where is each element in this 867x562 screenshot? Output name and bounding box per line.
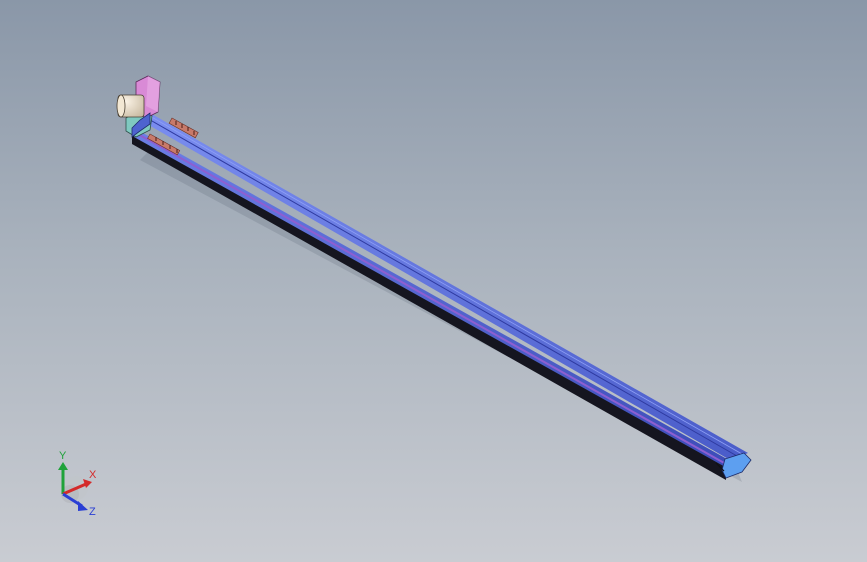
motor-body[interactable] (116, 94, 145, 118)
linear-rail[interactable] (132, 113, 752, 480)
motor-bracket-face (146, 76, 160, 112)
motor-assembly[interactable] (116, 75, 161, 138)
3d-model-view[interactable] (0, 0, 867, 562)
z-axis-label: Z (89, 506, 96, 518)
rail-top-face (140, 113, 748, 460)
rail-bottom-face (132, 135, 726, 480)
rail-groove-2 (147, 114, 743, 455)
rail-groove-1 (144, 116, 738, 457)
rail-side-strip (135, 132, 727, 465)
coordinate-triad: Y X Z (58, 450, 97, 518)
y-axis-label: Y (59, 450, 67, 462)
cad-viewport[interactable]: Y X Z (0, 0, 867, 562)
x-axis-label: X (89, 469, 97, 481)
